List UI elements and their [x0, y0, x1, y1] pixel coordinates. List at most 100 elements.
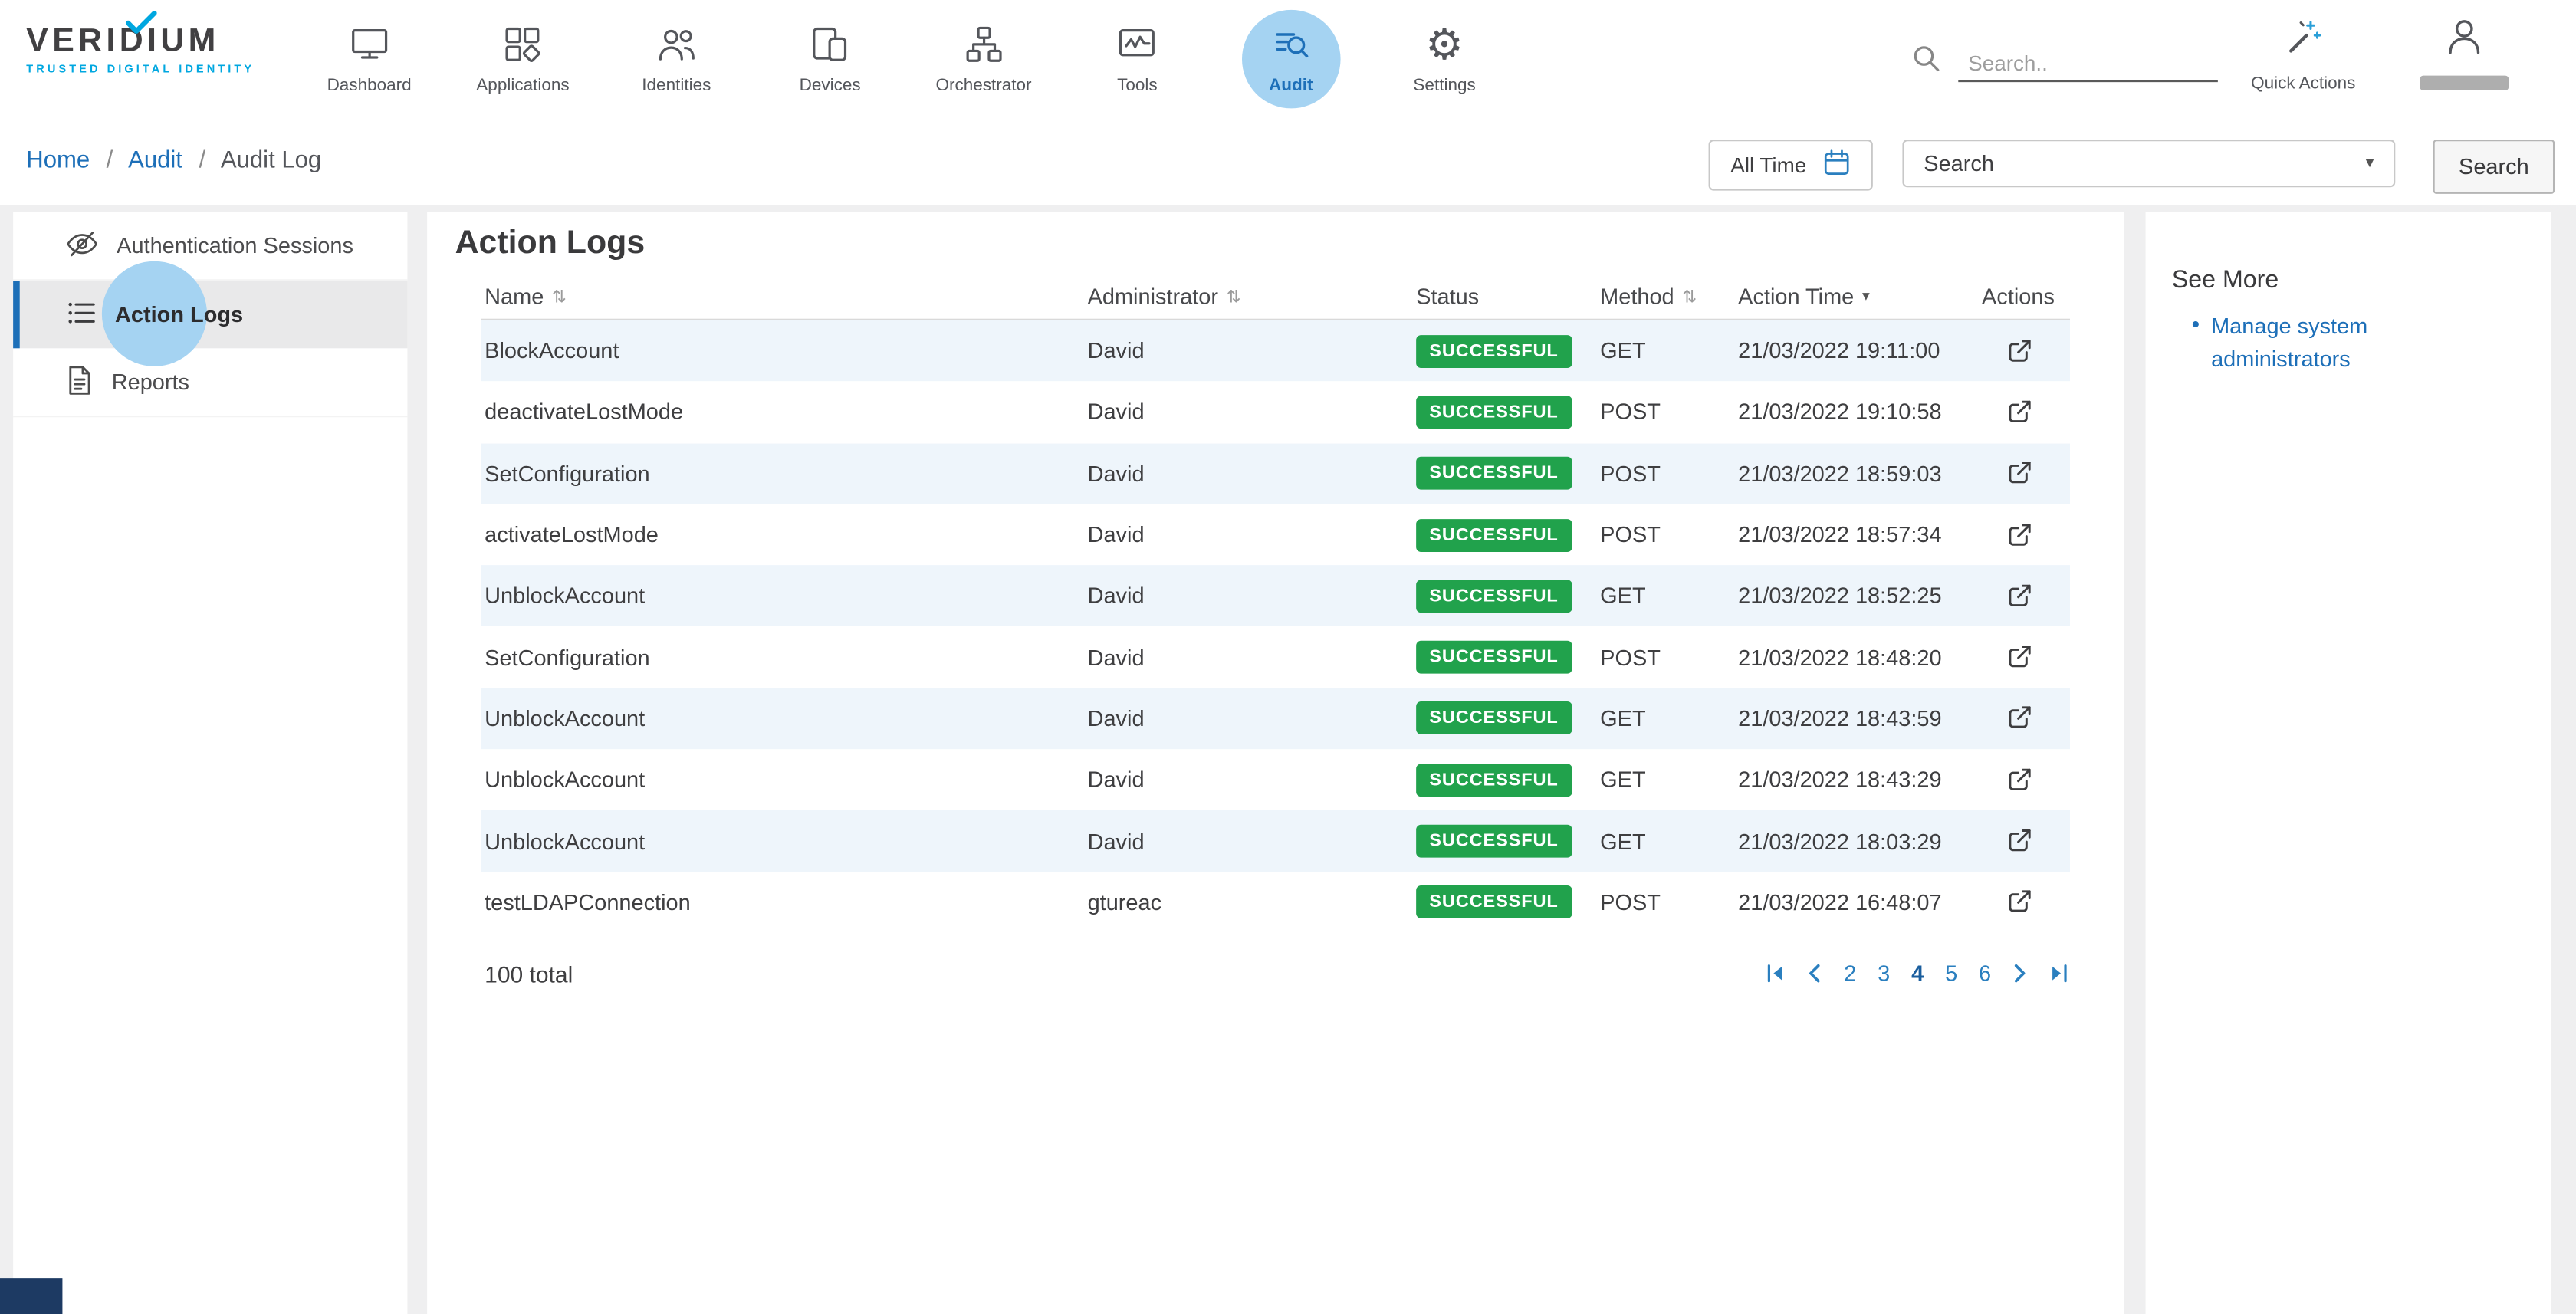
page-link-3[interactable]: 3	[1878, 962, 1890, 987]
nav-label: Audit	[1269, 76, 1313, 96]
nav-item-dashboard[interactable]: Dashboard	[292, 15, 445, 95]
bottom-left-widget[interactable]	[0, 1278, 62, 1314]
cell-action-time: 21/03/2022 18:57:34	[1738, 522, 1967, 547]
nav-label: Devices	[800, 76, 861, 96]
sort-icon: ⇅	[1227, 287, 1241, 307]
nav-item-settings[interactable]: ⚙ Settings	[1368, 15, 1521, 95]
cell-method: GET	[1600, 339, 1738, 363]
brand-tagline: TRUSTED DIGITAL IDENTITY	[26, 64, 255, 76]
cell-action-time: 21/03/2022 18:43:29	[1738, 767, 1967, 792]
tools-icon	[1116, 21, 1159, 66]
status-badge: SUCCESSFUL	[1416, 886, 1572, 919]
open-log-icon[interactable]	[2002, 641, 2035, 674]
nav-label: Applications	[476, 76, 569, 96]
column-header-name[interactable]: Name⇅	[481, 284, 1088, 309]
time-range-button[interactable]: All Time	[1709, 140, 1873, 190]
breadcrumb-home[interactable]: Home	[26, 148, 90, 174]
cell-action-time: 21/03/2022 18:52:25	[1738, 583, 1967, 608]
user-menu[interactable]	[2412, 15, 2517, 90]
sidebar-item-label: Action Logs	[115, 302, 243, 327]
table-row: UnblockAccount David SUCCESSFUL GET 21/0…	[481, 749, 2070, 810]
cell-name: deactivateLostMode	[481, 400, 1088, 425]
prev-page-icon[interactable]	[1808, 964, 1822, 985]
page-link-2[interactable]: 2	[1844, 962, 1856, 987]
last-page-icon[interactable]	[2049, 964, 2070, 985]
action-logs-table: Name⇅ Administrator⇅ Status Method⇅ Acti…	[481, 274, 2070, 987]
search-button-label: Search	[2459, 154, 2529, 179]
sidebar-item-reports[interactable]: Reports	[13, 348, 407, 417]
cell-name: UnblockAccount	[481, 706, 1088, 731]
magic-wand-icon	[2283, 36, 2325, 64]
open-log-icon[interactable]	[2002, 764, 2035, 797]
next-page-icon[interactable]	[2013, 964, 2027, 985]
breadcrumb-bar: Home / Audit / Audit Log All Time Search…	[0, 123, 2576, 205]
nav-item-applications[interactable]: Applications	[446, 15, 600, 95]
cell-action-time: 21/03/2022 16:48:07	[1738, 890, 1967, 915]
quick-actions-button[interactable]: Quick Actions	[2231, 16, 2376, 94]
cell-action-time: 21/03/2022 18:59:03	[1738, 462, 1967, 486]
nav-label: Dashboard	[327, 76, 412, 96]
table-row: SetConfiguration David SUCCESSFUL POST 2…	[481, 443, 2070, 504]
settings-gear-icon: ⚙	[1425, 21, 1464, 66]
cell-name: BlockAccount	[481, 339, 1088, 363]
page-link-4-active[interactable]: 4	[1911, 962, 1924, 987]
cell-status: SUCCESSFUL	[1416, 334, 1600, 367]
manage-system-administrators-link[interactable]: Manage system administrators	[2211, 310, 2375, 375]
pagination: 2 3 4 5 6	[1765, 962, 2070, 987]
cell-name: UnblockAccount	[481, 829, 1088, 853]
first-page-icon[interactable]	[1765, 964, 1786, 985]
open-log-icon[interactable]	[2002, 396, 2035, 429]
nav-item-audit[interactable]: Audit	[1214, 15, 1368, 95]
search-button[interactable]: Search	[2433, 140, 2555, 194]
cell-administrator: David	[1088, 400, 1417, 425]
page-link-5[interactable]: 5	[1945, 962, 1957, 987]
sidebar-item-action-logs[interactable]: Action Logs	[13, 281, 407, 348]
table-row: activateLostMode David SUCCESSFUL POST 2…	[481, 504, 2070, 566]
bullet: •	[2192, 310, 2200, 337]
cell-method: GET	[1600, 767, 1738, 792]
table-header: Name⇅ Administrator⇅ Status Method⇅ Acti…	[481, 274, 2070, 320]
quick-actions-label: Quick Actions	[2231, 74, 2376, 94]
cell-method: POST	[1600, 462, 1738, 486]
sidebar-item-authentication-sessions[interactable]: Authentication Sessions	[13, 212, 407, 281]
breadcrumb-separator: /	[107, 148, 113, 174]
table-row: testLDAPConnection gtureac SUCCESSFUL PO…	[481, 872, 2070, 933]
nav-label: Identities	[642, 76, 711, 96]
see-more-panel: See More •Manage system administrators	[2146, 212, 2551, 1314]
nav-item-identities[interactable]: Identities	[600, 15, 753, 95]
open-log-icon[interactable]	[2002, 457, 2035, 490]
open-log-icon[interactable]	[2002, 825, 2035, 858]
nav-label: Orchestrator	[935, 76, 1031, 96]
cell-action-time: 21/03/2022 18:43:59	[1738, 706, 1967, 731]
open-log-icon[interactable]	[2002, 518, 2035, 551]
status-badge: SUCCESSFUL	[1416, 396, 1572, 429]
sort-desc-icon: ▾	[1862, 287, 1870, 306]
cell-administrator: David	[1088, 522, 1417, 547]
search-type-dropdown[interactable]: Search ▾	[1902, 140, 2395, 187]
cell-status: SUCCESSFUL	[1416, 641, 1600, 674]
open-log-icon[interactable]	[2002, 334, 2035, 367]
cell-status: SUCCESSFUL	[1416, 764, 1600, 797]
page-link-6[interactable]: 6	[1979, 962, 1991, 987]
open-log-icon[interactable]	[2002, 702, 2035, 735]
breadcrumb-audit[interactable]: Audit	[128, 148, 182, 174]
column-header-method[interactable]: Method⇅	[1600, 284, 1738, 309]
open-log-icon[interactable]	[2002, 580, 2035, 613]
cell-status: SUCCESSFUL	[1416, 457, 1600, 490]
nav-item-devices[interactable]: Devices	[753, 15, 906, 95]
column-header-administrator[interactable]: Administrator⇅	[1088, 284, 1417, 309]
veridium-logo[interactable]: VERIDIUM TRUSTED DIGITAL IDENTITY	[26, 23, 255, 76]
search-type-label: Search	[1924, 151, 1994, 176]
cell-status: SUCCESSFUL	[1416, 825, 1600, 858]
global-search-input[interactable]	[1958, 46, 2218, 82]
cell-action-time: 21/03/2022 19:11:00	[1738, 339, 1967, 363]
page-title: Action Logs	[455, 225, 646, 263]
nav-item-orchestrator[interactable]: Orchestrator	[907, 15, 1060, 95]
cell-administrator: David	[1088, 583, 1417, 608]
brand-name: VERIDIUM	[26, 23, 219, 59]
breadcrumb: Home / Audit / Audit Log	[26, 148, 321, 174]
chevron-down-icon: ▾	[2366, 154, 2374, 172]
nav-item-tools[interactable]: Tools	[1060, 15, 1214, 95]
column-header-action-time[interactable]: Action Time▾	[1738, 284, 1967, 309]
open-log-icon[interactable]	[2002, 886, 2035, 919]
